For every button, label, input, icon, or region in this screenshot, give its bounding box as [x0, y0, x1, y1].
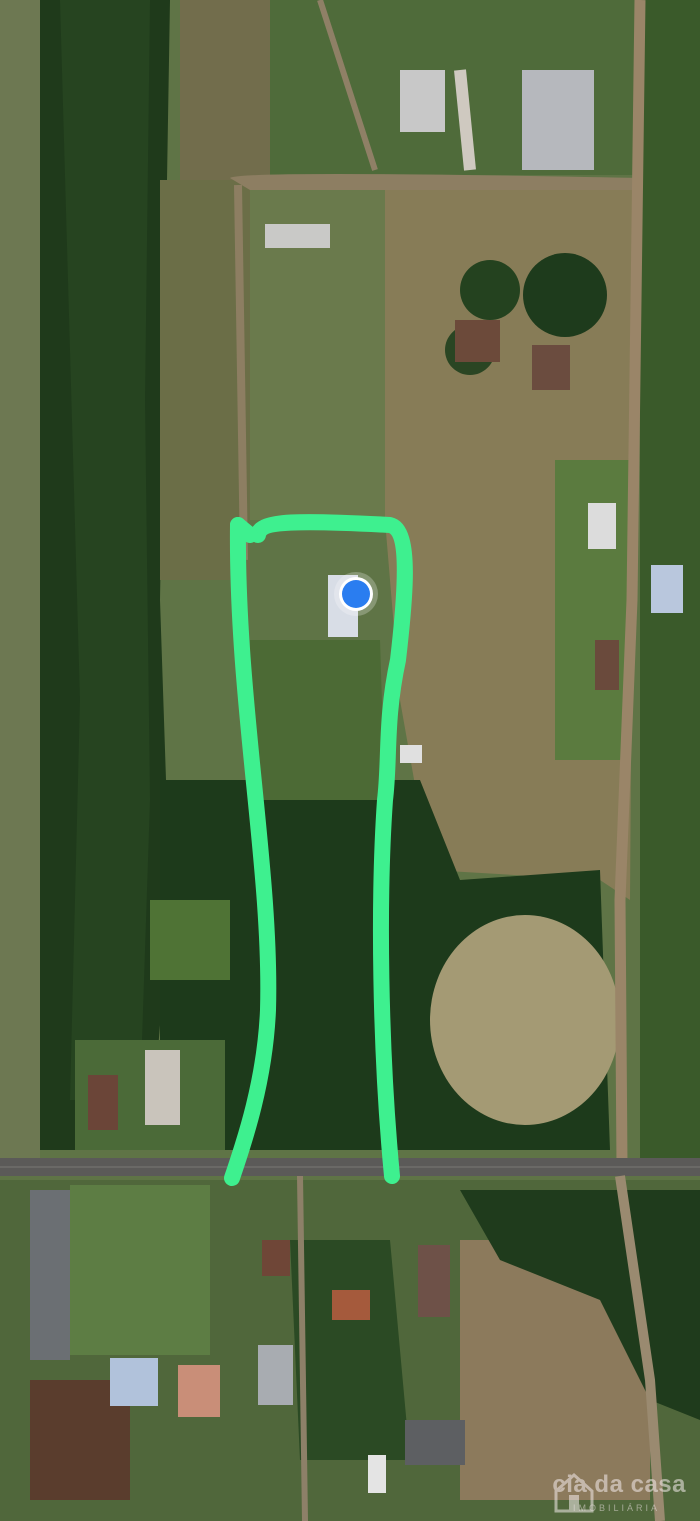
map-imagery: [0, 0, 700, 1521]
building: [400, 70, 445, 132]
building-shed: [265, 224, 330, 248]
harvested-field: [430, 915, 620, 1125]
watermark: cia da casa: [552, 1471, 686, 1513]
tree-cluster: [523, 253, 607, 337]
field-left-edge: [0, 0, 40, 1160]
satellite-map[interactable]: cia da casa IMOBILIÁRIA: [0, 0, 700, 1521]
watermark-subtitle: IMOBILIÁRIA: [572, 1503, 660, 1513]
building-warehouse: [522, 70, 594, 170]
current-location-dot[interactable]: [342, 580, 370, 608]
